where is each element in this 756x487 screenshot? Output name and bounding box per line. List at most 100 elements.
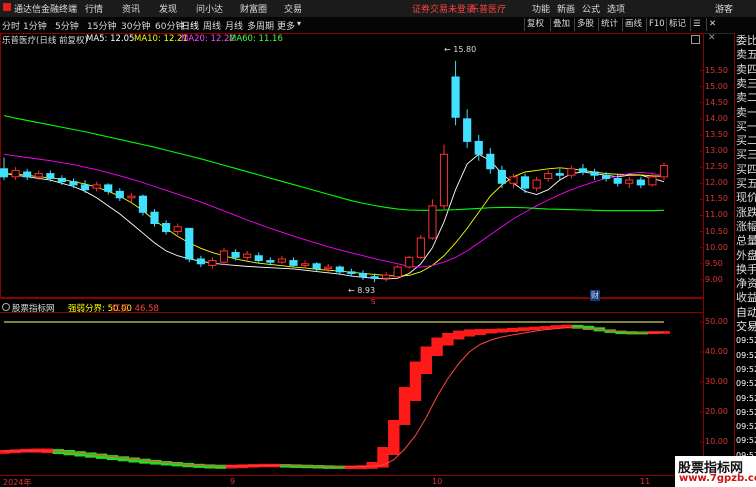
x-label-2024: 2024年 xyxy=(3,478,32,487)
candle-body xyxy=(266,260,275,263)
candle[interactable] xyxy=(69,178,78,189)
candle[interactable] xyxy=(393,265,402,279)
candle-body xyxy=(555,173,564,176)
candle[interactable] xyxy=(497,165,506,189)
candle[interactable] xyxy=(532,176,541,192)
candle[interactable] xyxy=(57,175,66,185)
red-bar xyxy=(517,327,530,332)
candle[interactable] xyxy=(659,162,669,181)
candle-body xyxy=(219,250,229,263)
candle[interactable] xyxy=(567,165,576,179)
main-y-tick-label: 14.00 xyxy=(705,113,728,123)
candle-body xyxy=(567,168,576,176)
candle-body xyxy=(463,118,472,142)
main-y-tick-label: 11.00 xyxy=(705,210,728,220)
candle[interactable] xyxy=(382,271,391,282)
candle-body xyxy=(335,266,344,273)
candle-body xyxy=(382,274,391,279)
candle-body xyxy=(659,165,669,178)
candle[interactable] xyxy=(486,147,495,174)
red-bar xyxy=(355,465,368,470)
high-price-label: ← 15.80 xyxy=(444,45,477,54)
candle[interactable] xyxy=(451,60,460,126)
main-y-tick-label: 10.00 xyxy=(705,242,728,252)
x-label-10: 10 xyxy=(432,477,443,486)
ma-lines xyxy=(3,115,665,280)
candle[interactable] xyxy=(625,176,634,189)
ma-line-ma5 xyxy=(3,153,665,280)
candle-body xyxy=(405,256,414,268)
chart-canvas[interactable] xyxy=(0,0,756,487)
candle[interactable] xyxy=(0,157,9,181)
candle[interactable] xyxy=(185,227,194,263)
candle-body xyxy=(115,190,124,199)
candle[interactable] xyxy=(578,163,588,176)
sub-y-tick-label: 30.00 xyxy=(705,377,728,386)
candle[interactable] xyxy=(544,170,553,182)
low-price-label: ← 8.93 xyxy=(348,286,376,295)
quote-panel-label: 现价 xyxy=(736,191,756,205)
candle[interactable] xyxy=(289,257,298,268)
candle[interactable] xyxy=(23,168,32,181)
candle-body xyxy=(439,153,449,207)
candle-body xyxy=(520,176,530,189)
candle[interactable] xyxy=(92,181,101,192)
green-bar xyxy=(214,464,227,469)
red-bar xyxy=(388,420,400,455)
sub-toggle-icon[interactable] xyxy=(2,303,10,311)
candle[interactable] xyxy=(439,144,449,210)
quote-panel-label: 买三 xyxy=(736,148,756,162)
candle-body xyxy=(474,140,483,155)
main-y-tick-label: 11.50 xyxy=(705,194,728,204)
red-bar xyxy=(398,387,411,425)
red-buy-value: 红买: 46.58 xyxy=(112,304,159,314)
main-y-tick-label: 12.00 xyxy=(705,178,728,188)
candle[interactable] xyxy=(636,176,645,189)
finance-marker[interactable]: 财 xyxy=(590,290,600,301)
candle[interactable] xyxy=(80,180,90,193)
candle-body xyxy=(80,184,90,191)
candle[interactable] xyxy=(173,223,182,235)
main-y-tick-label: 9.50 xyxy=(705,258,723,268)
candle-body xyxy=(138,195,148,213)
candle[interactable] xyxy=(162,220,171,235)
chart-frame xyxy=(0,33,704,487)
red-bar xyxy=(485,328,497,334)
sub-indicator xyxy=(0,321,671,470)
candle[interactable] xyxy=(277,255,286,264)
candle[interactable] xyxy=(219,247,229,266)
candle[interactable] xyxy=(358,270,368,280)
candle[interactable] xyxy=(208,257,217,269)
candle-body xyxy=(393,266,402,278)
candle[interactable] xyxy=(428,199,437,240)
candle[interactable] xyxy=(312,262,321,272)
ma-line-ma60 xyxy=(3,115,665,212)
red-bar xyxy=(474,329,487,335)
red-bar xyxy=(453,330,465,340)
candle-body xyxy=(324,266,333,270)
candle[interactable] xyxy=(150,209,159,227)
candle-body xyxy=(358,272,368,278)
candle[interactable] xyxy=(590,168,599,181)
candle[interactable] xyxy=(254,252,263,264)
candle-body xyxy=(347,271,356,274)
quote-panel-label: 09:52 xyxy=(736,436,756,446)
quote-panel-label: 自动 xyxy=(736,305,756,319)
candle-body xyxy=(300,263,310,266)
main-y-tick-label: 14.50 xyxy=(705,97,728,107)
candle[interactable] xyxy=(405,255,414,269)
quote-panel-label: 卖四 xyxy=(736,62,756,76)
candle[interactable] xyxy=(416,234,425,259)
quote-panel-label: 卖五 xyxy=(736,48,756,62)
candle[interactable] xyxy=(115,188,124,201)
candle[interactable] xyxy=(463,109,472,148)
candle[interactable] xyxy=(196,255,205,268)
quote-panel-label: 09:52 xyxy=(736,422,756,432)
candle-body xyxy=(277,258,286,263)
candles[interactable] xyxy=(0,60,669,283)
candle[interactable] xyxy=(231,249,240,261)
candle[interactable] xyxy=(138,194,148,216)
candle[interactable] xyxy=(243,250,252,261)
candle[interactable] xyxy=(11,167,20,181)
candle-body xyxy=(231,252,240,258)
